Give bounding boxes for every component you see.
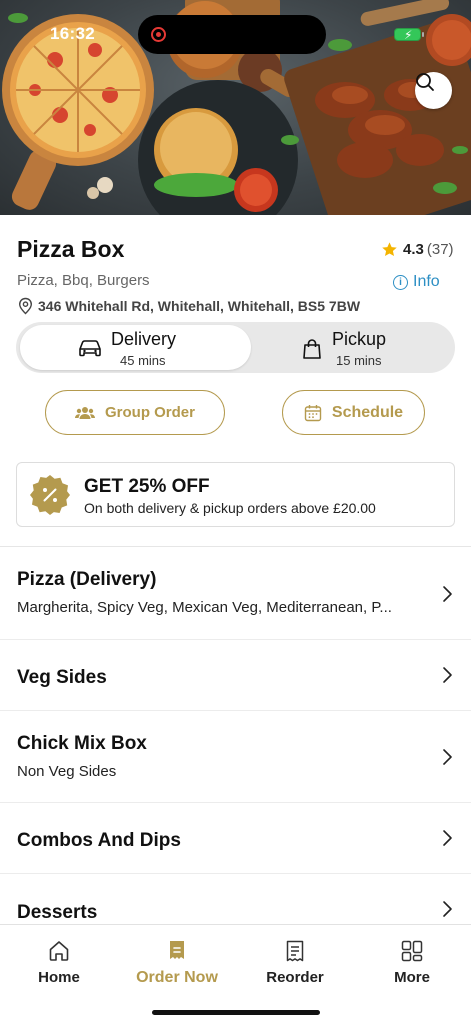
nav-order-now-label: Order Now	[136, 969, 218, 986]
order-icon	[170, 941, 184, 959]
info-icon: i	[393, 274, 408, 290]
offer-title: GET 25% OFF	[84, 476, 210, 497]
info-link[interactable]: i Info	[393, 273, 440, 291]
category-title: Combos And Dips	[17, 830, 181, 851]
category-title: Chick Mix Box	[17, 733, 147, 754]
store-name: Pizza Box	[17, 236, 125, 262]
hero-banner-image: 16:32 ⚡	[0, 0, 471, 215]
chevron-right-icon	[443, 749, 452, 765]
pickup-time: 15 mins	[336, 353, 382, 368]
menu-category-desserts[interactable]: Desserts	[0, 874, 471, 924]
battery-icon: ⚡	[394, 28, 424, 42]
rating-value: 4.3	[403, 241, 424, 258]
discount-badge-icon	[30, 475, 70, 515]
location-pin-icon	[18, 297, 33, 315]
home-indicator[interactable]	[152, 1010, 320, 1015]
category-title: Pizza (Delivery)	[17, 569, 157, 590]
delivery-option[interactable]: Delivery 45 mins	[20, 325, 251, 370]
delivery-label: Delivery	[111, 329, 177, 349]
chevron-right-icon	[443, 667, 452, 683]
store-cuisines: Pizza, Bbq, Burgers	[17, 272, 150, 289]
pickup-label: Pickup	[332, 329, 387, 349]
offer-description: On both delivery & pickup orders above £…	[84, 500, 376, 516]
group-order-button[interactable]: Group Order	[45, 390, 225, 435]
dynamic-island	[138, 15, 326, 54]
nav-more-label: More	[394, 969, 430, 986]
car-icon	[79, 340, 101, 357]
category-title: Veg Sides	[17, 667, 107, 688]
screen-record-icon	[151, 27, 166, 42]
nav-home-label: Home	[38, 969, 80, 986]
star-icon	[382, 242, 397, 257]
nav-home[interactable]: Home	[0, 939, 118, 986]
status-bar-time: 16:32	[50, 24, 95, 43]
offer-banner[interactable]: GET 25% OFF On both delivery & pickup or…	[16, 462, 455, 527]
schedule-button[interactable]: Schedule	[282, 390, 425, 435]
order-mode-toggle: Delivery 45 mins Pickup 15 mins	[16, 322, 455, 373]
nav-order-now[interactable]: Order Now	[118, 939, 236, 987]
nav-reorder[interactable]: Reorder	[236, 939, 354, 986]
nav-more[interactable]: More	[353, 939, 471, 986]
delivery-time: 45 mins	[120, 353, 166, 368]
search-icon	[416, 73, 434, 91]
category-subtitle: Non Veg Sides	[17, 763, 117, 780]
chevron-right-icon	[443, 901, 452, 917]
category-subtitle: Margherita, Spicy Veg, Mexican Veg, Medi…	[17, 599, 392, 616]
address-text: 346 Whitehall Rd, Whitehall, Whitehall, …	[38, 298, 361, 314]
search-button[interactable]	[415, 72, 452, 109]
receipt-icon	[286, 940, 304, 962]
schedule-label: Schedule	[331, 403, 404, 421]
info-label: Info	[413, 273, 440, 290]
home-icon	[49, 941, 69, 961]
bottom-navigation: Home Order Now Reorder More	[0, 924, 471, 1024]
menu-category-veg-sides[interactable]: Veg Sides	[0, 640, 471, 711]
category-title: Desserts	[17, 902, 98, 923]
group-icon	[74, 406, 95, 419]
menu-category-combos-and-dips[interactable]: Combos And Dips	[0, 803, 471, 874]
menu-category-chick-mix-box[interactable]: Chick Mix Box Non Veg Sides	[0, 711, 471, 803]
bag-icon	[303, 339, 321, 359]
chevron-right-icon	[443, 586, 452, 602]
grid-icon	[401, 940, 423, 962]
pickup-option[interactable]: Pickup 15 mins	[256, 325, 451, 370]
calendar-icon	[304, 404, 322, 421]
store-address: 346 Whitehall Rd, Whitehall, Whitehall, …	[17, 297, 360, 315]
store-rating: 4.3 (37)	[381, 241, 454, 258]
nav-reorder-label: Reorder	[266, 969, 324, 986]
group-order-label: Group Order	[104, 404, 195, 421]
chevron-right-icon	[443, 830, 452, 846]
charging-bolt-icon: ⚡	[404, 28, 413, 42]
rating-count: (37)	[426, 241, 454, 258]
menu-category-pizza-delivery[interactable]: Pizza (Delivery) Margherita, Spicy Veg, …	[0, 547, 471, 640]
